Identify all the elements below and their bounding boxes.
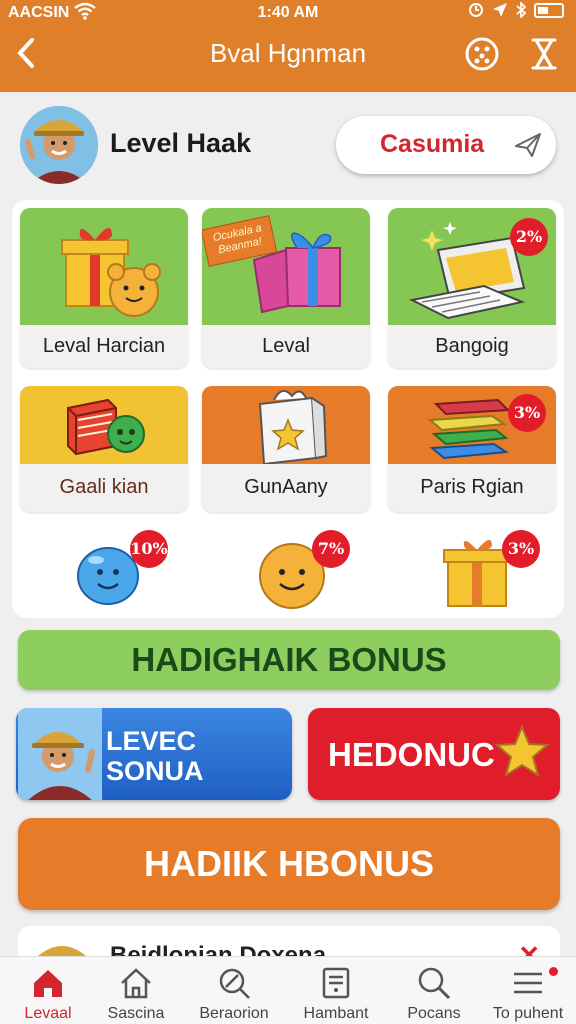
nav-label: Levaal <box>24 1005 72 1022</box>
bonus-banner-green[interactable]: HADIGHAIK BONUS <box>18 630 560 690</box>
house-outline-icon <box>121 968 151 999</box>
bottom-nav: Levaal Sascina Beraorion Hambant Pocans … <box>0 956 576 1024</box>
discount-badge: 3% <box>508 394 546 432</box>
search-icon <box>418 967 451 1000</box>
explorer-avatar-icon <box>20 106 98 184</box>
nav-label: Pocans <box>407 1005 461 1022</box>
nav-item-levaal[interactable]: Levaal <box>0 957 96 1024</box>
alarm-icon <box>469 3 483 17</box>
level-bonus-line2: SONUA <box>106 756 204 786</box>
dice-circle-icon <box>465 37 499 71</box>
bonus-banner-orange[interactable]: HADIIK HBONUS <box>18 818 560 910</box>
tile-bangoig[interactable]: 2% Bangoig <box>388 208 556 368</box>
status-icons <box>468 2 564 18</box>
nav-item-pocans[interactable]: Pocans <box>386 957 482 1024</box>
discount-badge: 10% <box>130 530 168 568</box>
level-bonus-text: LEVEC SONUA <box>106 726 204 786</box>
tile-label: Leval <box>262 335 310 357</box>
nav-item-sascina[interactable]: Sascina <box>88 957 184 1024</box>
rewards-grid: Leval Harcian Ocukala a Beanma! Leval 2%… <box>12 200 564 618</box>
nav-item-hambant[interactable]: Hambant <box>288 957 384 1024</box>
gamepad-button[interactable] <box>464 36 500 72</box>
mini-item-blue[interactable]: 10% <box>68 526 168 616</box>
document-icon <box>322 967 350 999</box>
menu-icon <box>514 972 542 994</box>
discount-badge: 7% <box>312 530 350 568</box>
hedonuc-banner[interactable]: HEDONUC <box>308 708 560 800</box>
tile-label: Leval Harcian <box>42 335 166 357</box>
level-bonus-line1: LEVEC <box>106 726 197 756</box>
nav-label: Hambant <box>303 1005 369 1022</box>
casumia-button[interactable]: Casumia <box>336 116 556 174</box>
hedonuc-label: HEDONUC <box>328 736 495 773</box>
notification-dot <box>549 967 558 976</box>
casumia-label: Casumia <box>380 130 485 158</box>
location-icon <box>493 3 507 17</box>
mini-item-smiley[interactable]: 7% <box>252 526 352 616</box>
bluetooth-icon <box>516 2 526 18</box>
app-header: AACSIN 1:40 AM Bval Hgnman <box>0 0 576 92</box>
tile-label: Gaali kian <box>59 476 149 498</box>
hourglass-button[interactable] <box>526 36 562 72</box>
nav-item-beraorion[interactable]: Beraorion <box>186 957 282 1024</box>
avatar[interactable] <box>20 106 98 184</box>
tile-label: Paris Rgian <box>420 476 524 498</box>
tile-gaali-kian[interactable]: Gaali kian <box>20 386 188 512</box>
nav-label: Beraorion <box>199 1005 269 1022</box>
explorer-avatar-icon <box>18 708 102 800</box>
battery-icon <box>534 2 564 18</box>
book-toy-icon <box>20 386 188 464</box>
hourglass-icon <box>531 38 557 70</box>
profile-name: Level Haak <box>110 128 252 158</box>
home-icon <box>34 970 62 997</box>
nav-label: To puhent <box>492 1005 564 1022</box>
tile-paris-rgian[interactable]: 3% Paris Rgian <box>388 386 556 512</box>
star-gift-icon <box>202 386 370 464</box>
mini-item-gift[interactable]: 3% <box>438 526 540 616</box>
tile-label: Bangoig <box>435 335 509 357</box>
search-slash-icon <box>219 968 250 999</box>
tile-label: GunAany <box>244 476 328 498</box>
nav-item-to-puhent[interactable]: To puhent <box>480 957 576 1024</box>
gift-bear-icon <box>20 208 188 325</box>
status-bar: AACSIN 1:40 AM <box>0 2 576 24</box>
tile-leval[interactable]: Ocukala a Beanma! Leval <box>202 208 370 368</box>
nav-label: Sascina <box>107 1005 165 1022</box>
send-icon <box>515 133 541 157</box>
star-icon <box>494 724 550 778</box>
discount-badge: 3% <box>502 530 540 568</box>
level-bonus-banner[interactable]: LEVEC SONUA <box>16 708 292 800</box>
discount-badge: 2% <box>510 218 548 256</box>
tile-leval-harcian[interactable]: Leval Harcian <box>20 208 188 368</box>
tile-gunaany[interactable]: GunAany <box>202 386 370 512</box>
